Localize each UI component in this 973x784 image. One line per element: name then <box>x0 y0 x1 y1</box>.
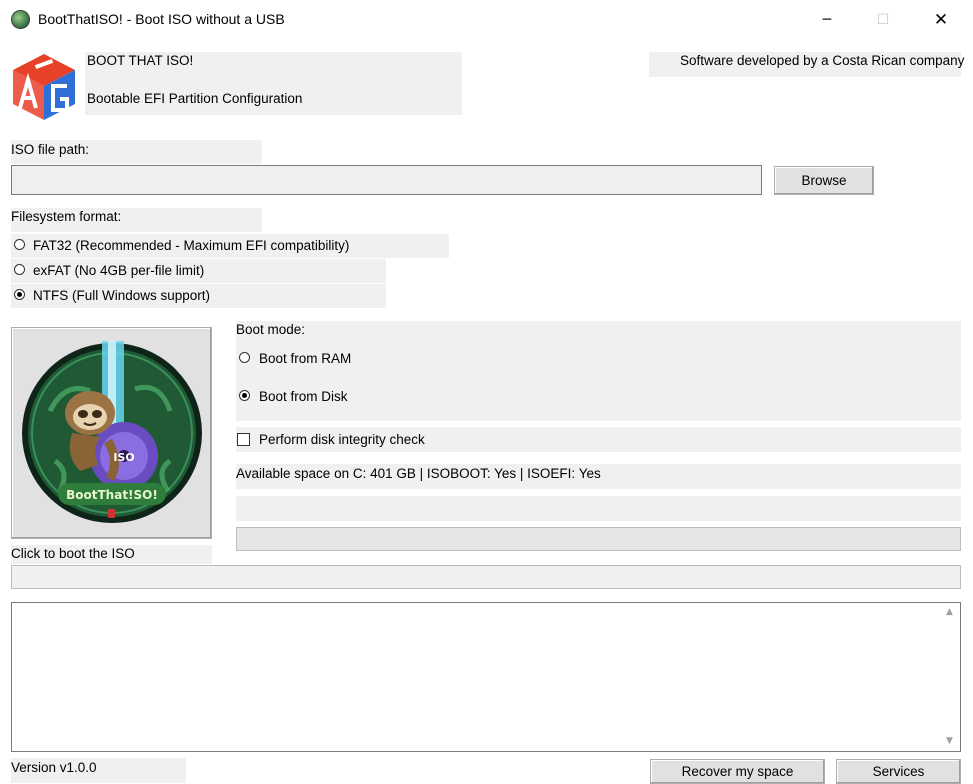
scroll-up-icon[interactable]: ▲ <box>946 607 953 617</box>
scroll-down-icon[interactable]: ▼ <box>946 736 953 746</box>
fs-fat32-radio[interactable] <box>14 239 25 250</box>
fs-ntfs-radio[interactable] <box>14 289 25 300</box>
integrity-label[interactable]: Perform disk integrity check <box>259 432 425 447</box>
boot-mode-label: Boot mode: <box>236 322 306 337</box>
maximize-icon: ☐ <box>876 11 890 28</box>
boot-caption: Click to boot the ISO <box>11 546 135 561</box>
recover-space-button[interactable]: Recover my space <box>650 759 825 784</box>
iso-path-label: ISO file path: <box>11 142 90 157</box>
window-title: BootThatISO! - Boot ISO without a USB <box>38 11 285 27</box>
services-button[interactable]: Services <box>836 759 961 784</box>
app-name: BOOT THAT ISO! <box>87 53 194 68</box>
space-status-text: Available space on C: 401 GB | ISOBOOT: … <box>236 466 601 481</box>
browse-button[interactable]: Browse <box>774 166 874 195</box>
version-label: Version v1.0.0 <box>11 760 97 775</box>
status-blank-panel <box>236 496 961 521</box>
progress-bar <box>236 527 961 551</box>
log-textarea[interactable] <box>11 602 961 752</box>
boot-ram-radio[interactable] <box>239 352 250 363</box>
boot-iso-button[interactable]: BootThat!SO! ISO <box>11 327 212 539</box>
boot-disk-label[interactable]: Boot from Disk <box>259 389 348 404</box>
boot-mode-panel <box>236 321 961 421</box>
maximize-button[interactable]: ☐ <box>860 0 906 39</box>
iso-path-input[interactable] <box>11 165 762 195</box>
iso-disc-text: ISO <box>113 451 134 464</box>
credits-text: Software developed by a Costa Rican comp… <box>680 53 965 68</box>
log-scrollbar[interactable] <box>941 603 960 751</box>
fs-fat32-label: FAT32 (Recommended - Maximum EFI compati… <box>33 238 350 253</box>
app-logo-graphic <box>13 54 75 120</box>
status-strip <box>11 565 961 589</box>
boot-disk-radio[interactable] <box>239 390 250 401</box>
integrity-checkbox[interactable] <box>237 433 250 446</box>
fs-ntfs-label: NTFS (Full Windows support) <box>33 288 211 303</box>
main-window: BOOT THAT ISO! Bootable EFI Partition Co… <box>0 39 973 784</box>
close-button[interactable]: ✕ <box>918 0 964 39</box>
app-icon <box>11 10 30 29</box>
filesystem-label: Filesystem format: <box>11 209 122 224</box>
title-bar: BootThatISO! - Boot ISO without a USB ─ … <box>0 0 973 39</box>
app-subtitle: Bootable EFI Partition Configuration <box>87 91 303 106</box>
boot-badge-text: BootThat!SO! <box>66 488 158 502</box>
fs-exfat-label: exFAT (No 4GB per-file limit) <box>33 263 205 278</box>
fs-exfat-radio[interactable] <box>14 264 25 275</box>
minimize-button[interactable]: ─ <box>804 0 850 39</box>
sloth-logo-icon: BootThat!SO! ISO <box>21 341 202 523</box>
boot-ram-label[interactable]: Boot from RAM <box>259 351 351 366</box>
minimize-icon: ─ <box>822 11 832 28</box>
app-logo <box>11 52 77 122</box>
close-icon: ✕ <box>933 9 949 30</box>
